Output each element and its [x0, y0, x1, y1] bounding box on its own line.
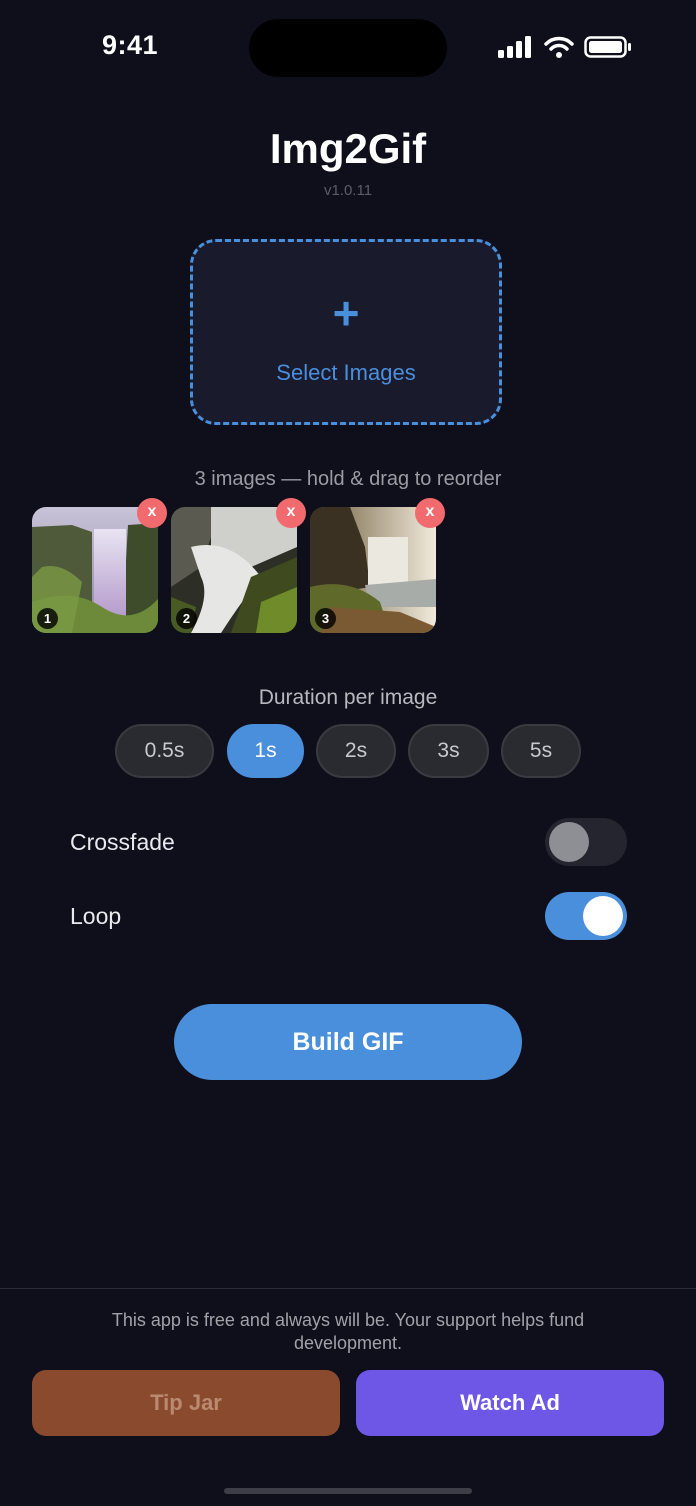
duration-option-2s[interactable]: 2s [316, 724, 396, 778]
remove-image-1-button[interactable]: x [137, 498, 167, 528]
crossfade-label: Crossfade [70, 829, 175, 855]
duration-option-5s[interactable]: 5s [501, 724, 581, 778]
image-order-badge-1: 1 [37, 608, 58, 629]
support-text: This app is free and always will be. You… [111, 1310, 585, 1353]
home-indicator[interactable] [224, 1488, 472, 1494]
tip-jar-button[interactable]: Tip Jar [32, 1370, 340, 1436]
image-thumbnail-3[interactable]: 3 [310, 507, 436, 633]
remove-image-2-button[interactable]: x [276, 498, 306, 528]
duration-option-0-5s[interactable]: 0.5s [115, 724, 214, 778]
image-order-badge-2: 2 [176, 608, 197, 629]
wifi-icon [544, 36, 574, 58]
loop-toggle[interactable] [545, 892, 627, 940]
images-hint: 3 images — hold & drag to reorder [194, 468, 502, 490]
duration-option-3s[interactable]: 3s [408, 724, 489, 778]
watch-ad-button[interactable]: Watch Ad [356, 1370, 664, 1436]
footer-divider [0, 1288, 696, 1289]
select-images-label: Select Images [276, 360, 416, 385]
loop-toggle-knob [583, 896, 623, 936]
select-images-button[interactable]: + Select Images [190, 239, 502, 425]
plus-icon: + [332, 287, 360, 339]
signal-icon [498, 36, 531, 58]
loop-label: Loop [70, 903, 122, 929]
app-version: v1.0.11 [323, 182, 373, 199]
crossfade-toggle[interactable] [545, 818, 627, 866]
app-title: Img2Gif [269, 125, 427, 172]
image-thumbnail-2[interactable]: 2 [171, 507, 297, 633]
duration-label: Duration per image [258, 686, 438, 709]
build-gif-button[interactable]: Build GIF [174, 1004, 522, 1080]
battery-icon [584, 36, 631, 58]
image-order-badge-3: 3 [315, 608, 336, 629]
crossfade-toggle-knob [549, 822, 589, 862]
remove-image-3-button[interactable]: x [415, 498, 445, 528]
dynamic-island [249, 19, 447, 77]
status-time: 9:41 [102, 30, 159, 60]
image-thumbnail-1[interactable]: 1 [32, 507, 158, 633]
status-icons [498, 36, 632, 58]
duration-option-1s[interactable]: 1s [227, 724, 304, 778]
